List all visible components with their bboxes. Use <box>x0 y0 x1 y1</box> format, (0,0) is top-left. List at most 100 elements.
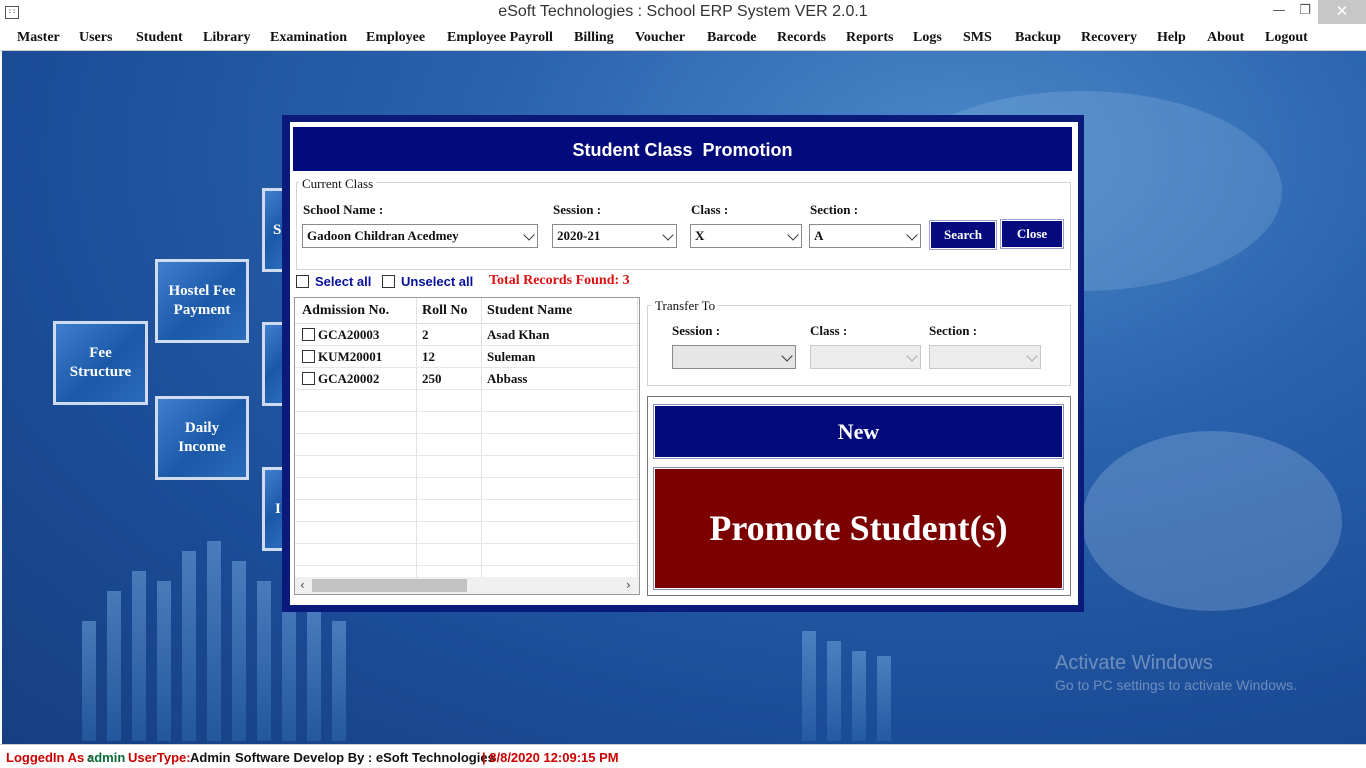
daily-income-tile[interactable]: Daily Income <box>155 396 249 480</box>
menu-bar: Master Users Student Library Examination… <box>0 26 1366 51</box>
class-value: X <box>695 228 705 243</box>
transfer-section-label: Section : <box>929 323 978 338</box>
background-glow <box>1082 431 1342 611</box>
chevron-down-icon <box>787 229 799 241</box>
column-student-name[interactable]: Student Name <box>487 303 572 319</box>
search-button[interactable]: Search <box>929 220 997 250</box>
roll-cell: 250 <box>422 371 442 386</box>
menu-master[interactable]: Master <box>17 30 60 46</box>
title-bar: :: eSoft Technologies : School ERP Syste… <box>0 0 1366 26</box>
admission-cell: KUM20001 <box>318 349 383 364</box>
transfer-section-select[interactable] <box>929 345 1041 369</box>
table-row[interactable]: GCA20003 2 Asad Khan <box>295 324 639 346</box>
name-cell: Suleman <box>487 349 536 364</box>
chevron-down-icon <box>662 229 674 241</box>
unselect-all-checkbox[interactable] <box>382 275 395 288</box>
logged-in-user: admin <box>87 750 126 765</box>
minimize-icon[interactable]: — <box>1266 0 1292 24</box>
empty-row <box>295 456 639 478</box>
select-all-checkbox[interactable] <box>296 275 309 288</box>
chevron-down-icon <box>523 229 535 241</box>
class-select[interactable]: X <box>690 224 802 248</box>
section-value: A <box>814 228 824 243</box>
students-grid[interactable]: Admission No. Roll No Student Name GCA20… <box>294 297 640 595</box>
section-select[interactable]: A <box>809 224 921 248</box>
row-checkbox[interactable] <box>302 350 315 363</box>
activate-windows-watermark: Activate Windows <box>1055 652 1213 674</box>
fee-structure-tile[interactable]: Fee Structure <box>53 321 148 405</box>
empty-row <box>295 522 639 544</box>
menu-voucher[interactable]: Voucher <box>635 30 685 46</box>
menu-library[interactable]: Library <box>203 30 250 46</box>
transfer-class-select[interactable] <box>810 345 921 369</box>
menu-help[interactable]: Help <box>1157 30 1186 46</box>
column-admission-no[interactable]: Admission No. <box>302 303 389 319</box>
usertype-value: Admin <box>190 750 231 765</box>
section-label: Section : <box>810 202 859 217</box>
menu-recovery[interactable]: Recovery <box>1081 30 1137 46</box>
empty-row <box>295 478 639 500</box>
menu-reports[interactable]: Reports <box>846 30 893 46</box>
menu-employee-payroll[interactable]: Employee Payroll <box>447 30 553 46</box>
row-checkbox[interactable] <box>302 372 315 385</box>
tile-label: Daily Income <box>178 420 226 455</box>
menu-logs[interactable]: Logs <box>913 30 942 46</box>
row-checkbox[interactable] <box>302 328 315 341</box>
scroll-thumb[interactable] <box>312 579 467 592</box>
current-class-legend: Current Class <box>299 176 377 192</box>
chevron-down-icon <box>781 350 793 362</box>
admission-cell: GCA20002 <box>318 371 380 386</box>
transfer-to-legend: Transfer To <box>652 298 719 314</box>
empty-row <box>295 390 639 412</box>
school-name-select[interactable]: Gadoon Childran Acedmey <box>302 224 538 248</box>
grid-header: Admission No. Roll No Student Name <box>295 298 639 324</box>
roll-cell: 12 <box>422 349 435 364</box>
total-records: Total Records Found: 3 <box>489 273 630 288</box>
transfer-session-select[interactable] <box>672 345 796 369</box>
table-row[interactable]: KUM20001 12 Suleman <box>295 346 639 368</box>
close-icon[interactable]: ✕ <box>1318 0 1366 24</box>
table-row[interactable]: GCA20002 250 Abbass <box>295 368 639 390</box>
menu-student[interactable]: Student <box>136 30 183 46</box>
empty-row <box>295 434 639 456</box>
unselect-all-link[interactable]: Unselect all <box>401 274 473 289</box>
select-all-link[interactable]: Select all <box>315 274 371 289</box>
close-button[interactable]: Close <box>1000 219 1064 249</box>
developer-credit: Software Develop By : eSoft Technologies <box>235 750 495 765</box>
column-roll-no[interactable]: Roll No <box>422 303 468 319</box>
menu-examination[interactable]: Examination <box>270 30 347 46</box>
menu-logout[interactable]: Logout <box>1265 30 1308 46</box>
menu-users[interactable]: Users <box>79 30 112 46</box>
session-select[interactable]: 2020-21 <box>552 224 677 248</box>
transfer-class-label: Class : <box>810 323 848 338</box>
roll-cell: 2 <box>422 327 429 342</box>
name-cell: Abbass <box>487 371 528 386</box>
hostel-fee-payment-tile[interactable]: Hostel Fee Payment <box>155 259 249 343</box>
menu-about[interactable]: About <box>1207 30 1244 46</box>
session-value: 2020-21 <box>557 228 601 243</box>
dialog-title: Student Class Promotion <box>293 127 1072 171</box>
menu-records[interactable]: Records <box>777 30 826 46</box>
promote-students-button[interactable]: Promote Student(s) <box>653 467 1064 590</box>
menu-billing[interactable]: Billing <box>574 30 614 46</box>
horizontal-scrollbar[interactable]: ‹ › <box>295 577 639 594</box>
tile-label: Hostel Fee Payment <box>168 283 236 318</box>
menu-backup[interactable]: Backup <box>1015 30 1061 46</box>
scroll-left-icon[interactable]: ‹ <box>300 578 305 592</box>
scroll-right-icon[interactable]: › <box>626 578 631 592</box>
logged-in-label: LoggedIn As : <box>6 750 93 765</box>
name-cell: Asad Khan <box>487 327 550 342</box>
activate-windows-hint: Go to PC settings to activate Windows. <box>1055 677 1297 693</box>
empty-row <box>295 412 639 434</box>
new-button[interactable]: New <box>653 404 1064 459</box>
menu-barcode[interactable]: Barcode <box>707 30 757 46</box>
maximize-icon[interactable]: ❐ <box>1292 0 1318 24</box>
empty-row <box>295 500 639 522</box>
school-name-label: School Name : <box>303 202 384 217</box>
empty-row <box>295 544 639 566</box>
tile-label: S <box>273 221 282 238</box>
chevron-down-icon <box>1026 350 1038 362</box>
menu-sms[interactable]: SMS <box>963 30 992 46</box>
menu-employee[interactable]: Employee <box>366 30 425 46</box>
tile-label: I <box>275 500 281 517</box>
